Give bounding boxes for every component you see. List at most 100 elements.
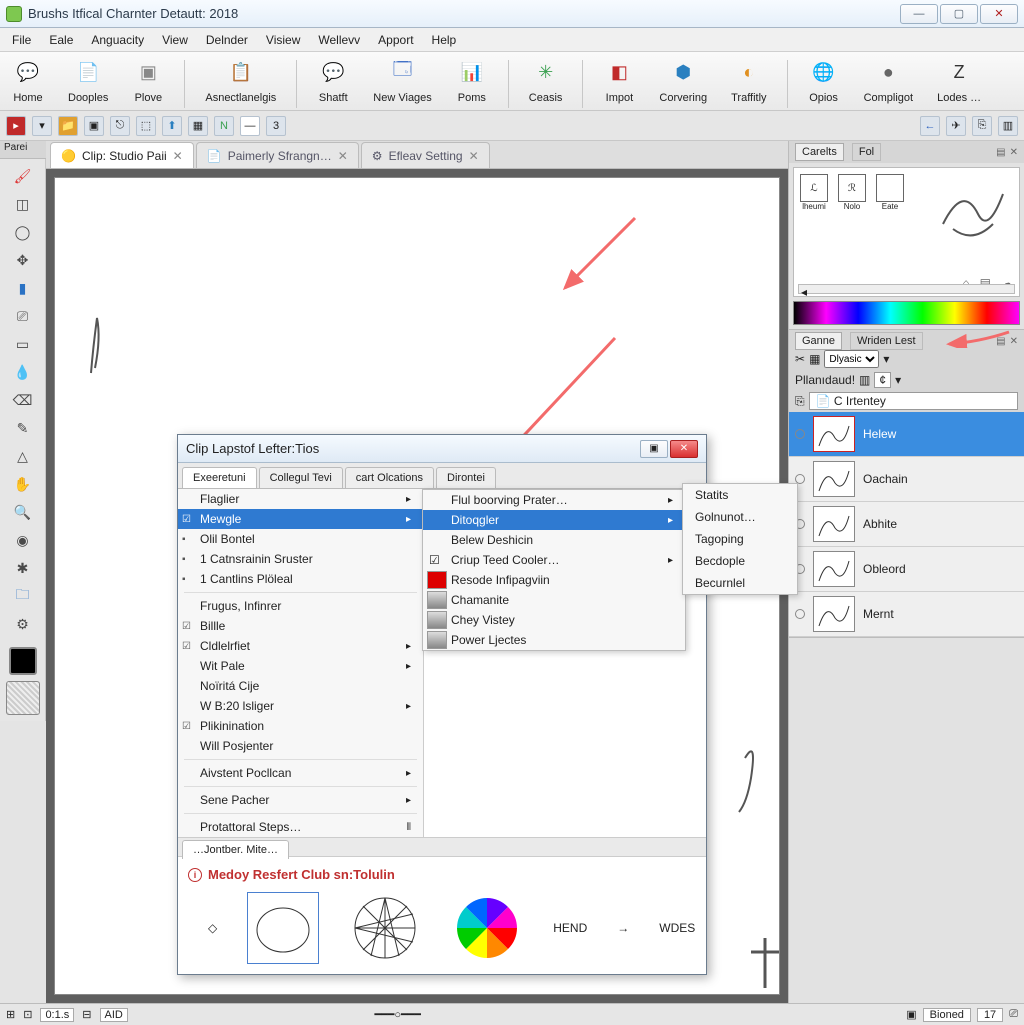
panel-close-icon[interactable]: ✕ [1010,147,1018,158]
doc-tab[interactable]: 🟡Clip: Studio Paii ✕ [50,142,194,168]
menu-item[interactable]: Protattoral Steps…⦀ [178,817,423,837]
fill-tool-icon[interactable]: ▮ [11,277,35,299]
ribbon-button[interactable]: ⬢Corvering [655,56,711,108]
menu-item[interactable]: Wit Pale▸ [178,656,423,676]
nav-icon[interactable]: ✈ [946,116,966,136]
layer-item[interactable]: Helew [789,412,1024,457]
menu-item[interactable]: Flaglier▸ [178,489,423,509]
status-slider[interactable]: ━━━○━━━ [375,1008,421,1021]
menu-item[interactable]: Noïritá Cije [178,676,423,696]
menu-file[interactable]: File [4,31,39,49]
colorwheel-preview[interactable] [451,892,523,964]
layer-tool-icon[interactable]: ✂ [795,352,805,366]
preview-scroll[interactable]: ◂ [798,284,1015,294]
tb-icon[interactable]: 📁 [58,116,78,136]
menu-apport[interactable]: Apport [370,31,421,49]
layer-tool-icon[interactable]: ▥ [859,373,870,387]
brush-tool-icon[interactable]: 🖌 [11,165,35,187]
ribbon-button[interactable]: 🌐Opios [804,56,844,108]
menu-help[interactable]: Help [424,31,465,49]
dropdown-icon[interactable]: ▾ [883,352,889,366]
visibility-toggle[interactable] [795,429,805,439]
menu-item[interactable]: ☑Mewgle▸ [178,509,423,529]
filter-input[interactable]: 📄 C Irtentey [809,392,1018,410]
hand-tool-icon[interactable]: ✋ [11,473,35,495]
dialog-close-button[interactable]: ✕ [670,440,698,458]
texture-swatch-icon[interactable] [6,681,40,715]
eyedrop-tool-icon[interactable]: 💧 [11,361,35,383]
status-value[interactable]: 17 [977,1008,1003,1022]
radial-preview[interactable] [349,892,421,964]
dialog-tab[interactable]: Collegul Tevi [259,467,343,488]
panel-tab[interactable]: Wriden Lest [850,332,923,350]
ribbon-button[interactable]: 📋Asnectlanelgis [201,56,280,108]
preview-swatch[interactable] [876,174,904,202]
ribbon-button[interactable]: ◧Impot [599,56,639,108]
status-icon[interactable]: ▣ [906,1008,916,1021]
tab-close-icon[interactable]: ✕ [469,149,479,163]
tab-close-icon[interactable]: ✕ [338,149,348,163]
nav-icon[interactable]: ⎘ [972,116,992,136]
flyout-item[interactable]: Statits [683,484,797,506]
layer-item[interactable]: Oachain [789,457,1024,502]
visibility-toggle[interactable] [795,609,805,619]
ribbon-button[interactable]: 💬Home [8,56,48,108]
status-icon[interactable]: ⊟ [82,1008,91,1021]
page-tool-icon[interactable]: ▭ [11,333,35,355]
opacity-field[interactable]: ¢ [874,372,891,388]
tb-icon[interactable]: N [214,116,234,136]
ribbon-button[interactable]: ●Compligot [860,56,918,108]
submenu-item[interactable]: Belew Deshicin [423,530,685,550]
ribbon-button[interactable]: ZLodes … [933,56,985,108]
doc-tab[interactable]: 📄Paimerly Sfrangn…✕ [196,142,359,168]
menu-item[interactable]: ☑Cldlelrfiet▸ [178,636,423,656]
tb-icon[interactable]: ⬆ [162,116,182,136]
status-icon[interactable]: ⎚ [1009,1008,1018,1021]
menu-anguacity[interactable]: Anguacity [83,31,152,49]
menu-item[interactable]: Will Posjenter [178,736,423,756]
tb-icon[interactable]: 3 [266,116,286,136]
ribbon-button[interactable]: 💬Shatft [313,56,353,108]
filter-icon[interactable]: ⎘ [795,394,805,409]
minimize-button[interactable]: — [900,4,938,24]
submenu-item[interactable]: Chamanite [423,590,685,610]
shape-tool-icon[interactable]: △ [11,445,35,467]
star-tool-icon[interactable]: ✱ [11,557,35,579]
menu-view[interactable]: View [154,31,196,49]
tb-icon[interactable]: ▣ [84,116,104,136]
mode-field[interactable]: AID [100,1008,128,1022]
canvas-viewport[interactable]: Clip Lapstof Lefter:Tios ▣ ✕ Exeeretuni … [46,169,788,1003]
menu-item[interactable]: Frugus, Infinrer [178,596,423,616]
color-fg-icon[interactable] [9,647,37,675]
blend-mode-select[interactable]: Dlyasic [824,350,879,368]
status-tab[interactable]: Bioned [923,1008,971,1022]
ribbon-button[interactable]: ◐Traffitly [727,56,770,108]
color-spectrum[interactable] [793,301,1020,325]
layer-tool-icon[interactable]: ▦ [809,352,820,366]
lasso-tool-icon[interactable]: ◯ [11,221,35,243]
menu-item[interactable]: ▪Olil Bontel [178,529,423,549]
submenu-item[interactable]: Chey Vistey [423,610,685,630]
close-button[interactable]: ✕ [980,4,1018,24]
settings-tool-icon[interactable]: ⚙ [11,613,35,635]
tb-icon[interactable]: ▦ [188,116,208,136]
submenu-item[interactable]: Ditoqgler▸ [423,510,685,530]
ribbon-button[interactable]: 🗔New Viages [369,56,436,108]
layer-item[interactable]: Abhite [789,502,1024,547]
status-icon[interactable]: ⊞ [6,1008,15,1021]
status-icon[interactable]: ⊡ [23,1008,32,1021]
panel-tab[interactable]: Fol [852,143,881,161]
menu-item[interactable]: W B:20 lsliger▸ [178,696,423,716]
submenu-item[interactable]: ☑Criup Teed Cooler…▸ [423,550,685,570]
menu-item[interactable]: ☑Plikinination [178,716,423,736]
layer-item[interactable]: Mernt [789,592,1024,637]
eraser-tool-icon[interactable]: ⌫ [11,389,35,411]
doc-tab[interactable]: ⚙Efleav Setting✕ [361,142,490,168]
layer-item[interactable]: Obleord [789,547,1024,592]
flyout-item[interactable]: Becurnlel [683,572,797,594]
menu-visiew[interactable]: Visiew [258,31,308,49]
dialog-restore-button[interactable]: ▣ [640,440,668,458]
maximize-button[interactable]: ▢ [940,4,978,24]
ribbon-button[interactable]: ▣Plove [128,56,168,108]
selection-tool-icon[interactable]: ◫ [11,193,35,215]
